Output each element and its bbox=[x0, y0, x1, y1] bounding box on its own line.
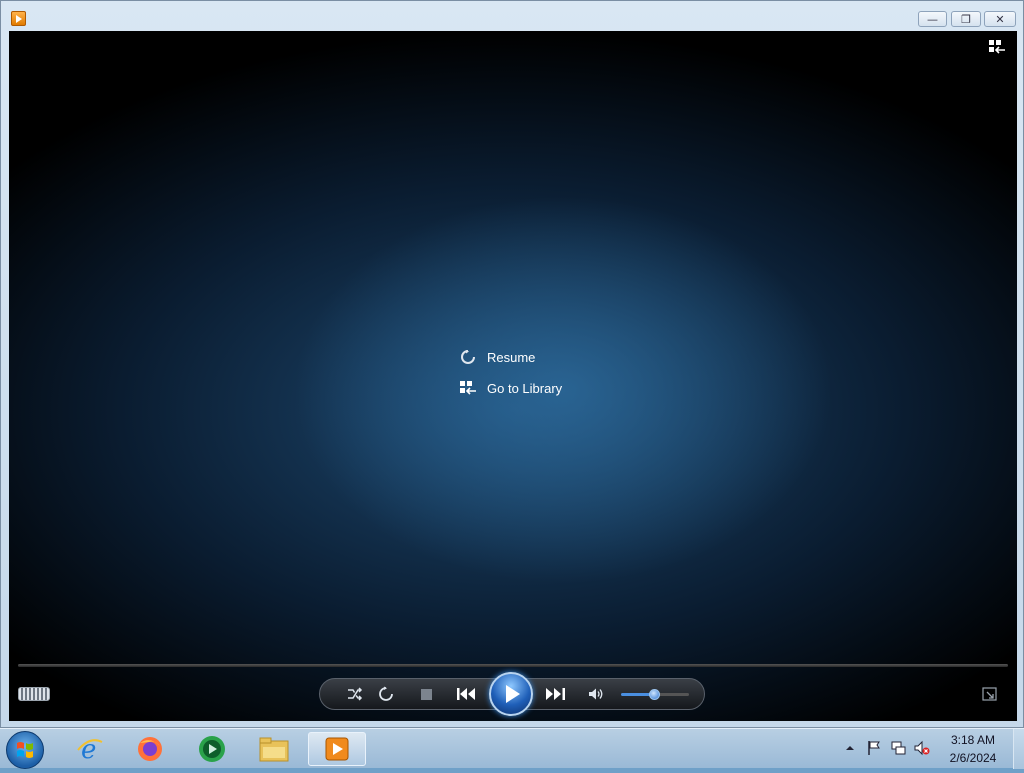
play-icon bbox=[506, 685, 520, 703]
show-hidden-icons-button[interactable] bbox=[843, 741, 857, 755]
switch-to-library-icon bbox=[989, 40, 1005, 54]
windows-logo-icon bbox=[17, 742, 33, 758]
full-screen-icon bbox=[981, 687, 997, 701]
clock-time[interactable]: 3:18 AM bbox=[942, 733, 1004, 747]
media-center-icon bbox=[199, 736, 225, 762]
shuffle-button[interactable] bbox=[345, 685, 365, 703]
taskbar: e 3:18 AM 2/6/2024 bbox=[0, 728, 1024, 769]
resume-label: Resume bbox=[487, 349, 536, 365]
flag-icon bbox=[868, 741, 880, 755]
next-icon bbox=[546, 688, 565, 700]
repeat-button[interactable] bbox=[376, 685, 396, 703]
repeat-icon bbox=[379, 686, 393, 701]
restore-button[interactable]: ❐ bbox=[951, 11, 981, 27]
media-player-app-icon[interactable] bbox=[11, 11, 26, 26]
resume-icon bbox=[459, 348, 477, 366]
seek-bar[interactable] bbox=[18, 664, 1008, 667]
network-icon bbox=[891, 741, 906, 755]
taskbar-firefox[interactable] bbox=[128, 732, 172, 766]
firefox-icon bbox=[138, 737, 162, 761]
shuffle-icon bbox=[348, 687, 363, 701]
taskbar-file-explorer[interactable] bbox=[252, 732, 296, 766]
windows-media-player-icon bbox=[325, 737, 349, 761]
go-to-library-option[interactable]: Go to Library bbox=[459, 379, 562, 397]
previous-button[interactable] bbox=[452, 684, 482, 704]
volume-muted-icon-button[interactable] bbox=[913, 739, 931, 757]
clock-date[interactable]: 2/6/2024 bbox=[942, 751, 1004, 765]
stop-icon bbox=[420, 688, 432, 700]
volume-slider-handle[interactable] bbox=[649, 689, 660, 700]
go-to-library-label: Go to Library bbox=[487, 380, 563, 396]
internet-explorer-icon: e bbox=[77, 735, 103, 764]
close-button[interactable]: ✕ bbox=[984, 11, 1016, 27]
stop-button[interactable] bbox=[417, 686, 435, 702]
play-button[interactable] bbox=[489, 672, 533, 716]
start-button[interactable] bbox=[6, 731, 44, 769]
close-icon: ✕ bbox=[995, 12, 1005, 26]
mute-button[interactable] bbox=[586, 685, 606, 703]
video-area[interactable]: Resume Go to Library bbox=[9, 31, 1017, 721]
library-icon bbox=[459, 379, 477, 397]
previous-icon bbox=[457, 688, 475, 700]
title-bar[interactable]: — ❐ ✕ bbox=[1, 1, 1024, 31]
switch-to-library-button[interactable] bbox=[987, 37, 1007, 57]
full-screen-button[interactable] bbox=[980, 686, 998, 702]
media-player-window: — ❐ ✕ Resume Go to Library bbox=[0, 0, 1024, 728]
network-icon-button[interactable] bbox=[889, 739, 907, 757]
now-playing-indicator[interactable] bbox=[18, 687, 50, 701]
taskbar-media-center[interactable] bbox=[190, 732, 234, 766]
chevron-up-icon bbox=[846, 746, 854, 750]
folder-icon bbox=[259, 737, 289, 762]
volume-muted-icon bbox=[914, 740, 930, 756]
resume-option[interactable]: Resume bbox=[459, 348, 535, 366]
minimize-button[interactable]: — bbox=[918, 11, 947, 27]
taskbar-internet-explorer[interactable]: e bbox=[68, 732, 112, 766]
next-button[interactable] bbox=[541, 684, 571, 704]
taskbar-windows-media-player[interactable] bbox=[308, 732, 366, 766]
show-desktop-button[interactable] bbox=[1013, 729, 1024, 769]
speaker-icon bbox=[589, 688, 603, 700]
action-center-icon-button[interactable] bbox=[865, 739, 883, 757]
restore-icon: ❐ bbox=[961, 12, 971, 26]
minimize-icon: — bbox=[927, 12, 938, 26]
